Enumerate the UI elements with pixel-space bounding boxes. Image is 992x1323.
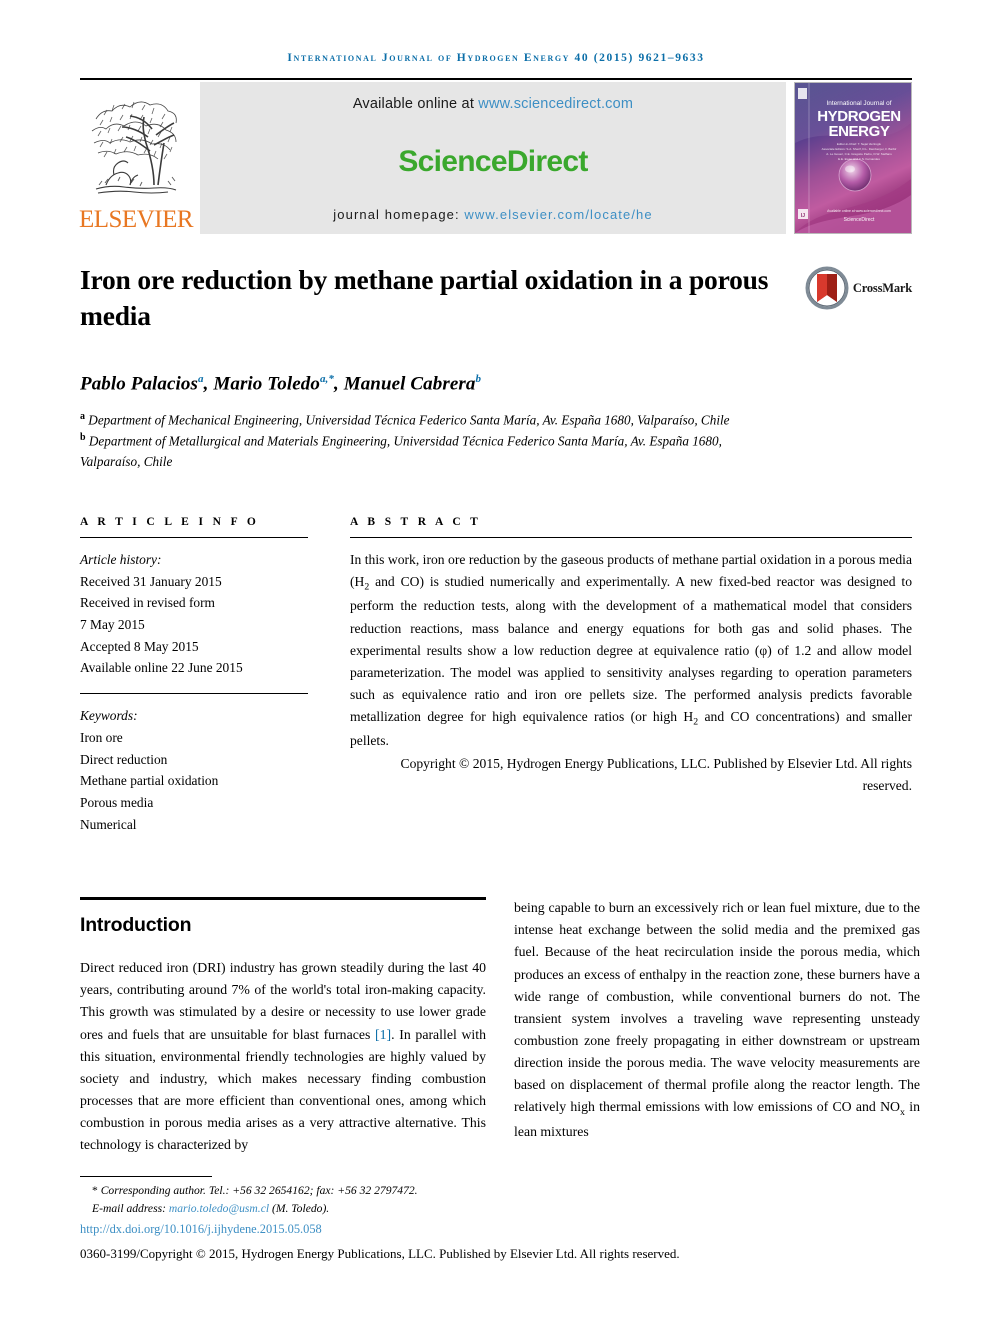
corresponding-author-note: * Corresponding author. Tel.: +56 32 265… (80, 1182, 912, 1200)
keyword-item: Porous media (80, 794, 154, 810)
keyword-item: Numerical (80, 816, 137, 832)
svg-text:International Journal of: International Journal of (826, 100, 891, 107)
journal-homepage-link[interactable]: www.elsevier.com/locate/he (464, 207, 652, 222)
page-footer: * Corresponding author. Tel.: +56 32 265… (80, 1175, 912, 1263)
introduction-paragraph-right: being capable to burn an excessively ric… (514, 897, 920, 1142)
svg-text:E.E. Ewan and C.S. Fernandes: E.E. Ewan and C.S. Fernandes (838, 157, 880, 161)
article-info-divider (80, 536, 308, 538)
article-history-item: Received 31 January 2015 (80, 573, 222, 589)
author-affiliation-mark-1: a (198, 372, 204, 385)
affiliation-a: a Department of Mechanical Engineering, … (80, 409, 780, 430)
abstract-copyright: Copyright © 2015, Hydrogen Energy Public… (400, 756, 913, 794)
author-affiliation-mark-2: a,* (319, 372, 334, 385)
elsevier-logo: ELSEVIER (78, 82, 194, 234)
info-abstract-section: A R T I C L E I N F O Article history: R… (80, 516, 912, 835)
article-info-column: A R T I C L E I N F O Article history: R… (80, 516, 308, 835)
article-history-item: Received in revised form (80, 595, 215, 611)
svg-text:A. Le Gouez, C.E. Gregoire Pad: A. Le Gouez, C.E. Gregoire Padro, D.W. S… (826, 152, 892, 156)
running-head: International Journal of Hydrogen Energy… (287, 52, 705, 64)
email-address-label: E-mail address: (92, 1201, 166, 1215)
issn-copyright-line: 0360-3199/Copyright © 2015, Hydrogen Ene… (80, 1245, 680, 1261)
article-info-heading: A R T I C L E I N F O (80, 515, 260, 528)
article-history-item: Accepted 8 May 2015 (80, 638, 199, 654)
title-row: Iron ore reduction by methane partial ox… (80, 262, 912, 335)
available-online-label: Available online at (352, 96, 475, 112)
elsevier-wordmark: ELSEVIER (78, 206, 194, 233)
abstract-divider (350, 536, 912, 538)
author-name-3: Manuel Cabrera (343, 372, 476, 394)
keyword-item: Methane partial oxidation (80, 773, 219, 789)
available-online-line: Available online at www.sciencedirect.co… (353, 96, 633, 112)
crossmark-icon (805, 266, 849, 310)
keyword-item: Iron ore (80, 729, 123, 745)
keyword-item: Direct reduction (80, 751, 168, 767)
sciencedirect-banner: Available online at www.sciencedirect.co… (200, 82, 786, 234)
corresponding-author-marker: * (92, 1183, 98, 1197)
affiliation-text-b: Department of Metallurgical and Material… (80, 433, 722, 469)
body-column-left: Introduction Direct reduced iron (DRI) i… (80, 897, 486, 1169)
section-divider (80, 897, 486, 901)
email-note: E-mail address: mario.toledo@usm.cl (M. … (80, 1200, 912, 1218)
abstract-column: A B S T R A C T In this work, iron ore r… (350, 516, 912, 835)
abstract-text-part-2: and CO) is studied numerically and exper… (350, 573, 912, 724)
author-name-2: Mario Toledo (213, 372, 320, 394)
citation-link-1[interactable]: [1] (375, 1027, 391, 1042)
journal-cover-thumbnail: IJ International Journal of HYDROGEN ENE… (794, 82, 912, 234)
header-divider (80, 78, 912, 80)
journal-homepage-line: journal homepage: www.elsevier.com/locat… (333, 207, 652, 222)
svg-text:ENERGY: ENERGY (829, 123, 890, 140)
affiliation-text-a: Department of Mechanical Engineering, Un… (88, 412, 730, 428)
author-name-1: Pablo Palacios (80, 372, 199, 394)
article-history-label: Article history: (80, 551, 162, 567)
sciencedirect-wordmark[interactable]: ScienceDirect (398, 145, 588, 179)
svg-text:Associate Editors: S.A. Sherif: Associate Editors: S.A. Sherif, D.L. Dam… (822, 147, 897, 151)
svg-text:Available online at www.scienc: Available online at www.sciencedirect.co… (827, 209, 891, 213)
masthead: ELSEVIER Available online at www.science… (78, 82, 912, 234)
author-affiliation-mark-3: b (475, 372, 482, 385)
journal-article-page: International Journal of Hydrogen Energy… (0, 0, 992, 1323)
affiliation-b: b Department of Metallurgical and Materi… (80, 430, 780, 472)
keywords-divider (80, 693, 308, 695)
abstract-body: In this work, iron ore reduction by the … (350, 549, 912, 752)
abstract-heading: A B S T R A C T (350, 515, 482, 528)
footnote-divider (80, 1175, 212, 1177)
intro-left-text-b: . In parallel with this situation, envir… (80, 1026, 486, 1152)
introduction-paragraph-left: Direct reduced iron (DRI) industry has g… (80, 957, 486, 1156)
intro-right-text-a: being capable to burn an excessively ric… (514, 900, 920, 1114)
keywords-label: Keywords: (80, 708, 138, 724)
corresponding-author-text: Corresponding author. Tel.: +56 32 26541… (100, 1183, 418, 1197)
affiliation-list: a Department of Mechanical Engineering, … (80, 409, 780, 472)
affiliation-mark-b: b (80, 432, 86, 444)
doi-link[interactable]: http://dx.doi.org/10.1016/j.ijhydene.201… (80, 1220, 912, 1239)
page-title: Iron ore reduction by methane partial ox… (80, 264, 769, 332)
crossmark-label: CrossMark (852, 280, 912, 295)
affiliation-mark-a: a (80, 410, 85, 422)
body-columns: Introduction Direct reduced iron (DRI) i… (80, 897, 920, 1169)
body-column-right: being capable to burn an excessively ric… (514, 897, 920, 1169)
sciencedirect-url-link[interactable]: www.sciencedirect.com (478, 96, 633, 112)
article-history-item: 7 May 2015 (80, 617, 145, 632)
svg-text:IJ: IJ (801, 213, 805, 219)
email-address-link[interactable]: mario.toledo@usm.cl (169, 1202, 269, 1215)
crossmark-badge[interactable]: CrossMark (805, 266, 912, 310)
elsevier-tree-icon (84, 89, 188, 207)
svg-text:ScienceDirect: ScienceDirect (844, 217, 875, 223)
introduction-heading: Introduction (80, 914, 192, 937)
journal-cover-artwork: IJ International Journal of HYDROGEN ENE… (795, 83, 911, 233)
svg-text:Editor-in-Chief: T. Nejat Vez: Editor-in-Chief: T. Nejat Veziroglu (837, 142, 881, 146)
article-history-item: Available online 22 June 2015 (80, 660, 243, 676)
journal-homepage-label: journal homepage: (333, 207, 460, 222)
email-owner: (M. Toledo). (271, 1201, 330, 1215)
author-list: Pablo Palaciosa, Mario Toledoa,*, Manuel… (80, 372, 482, 394)
